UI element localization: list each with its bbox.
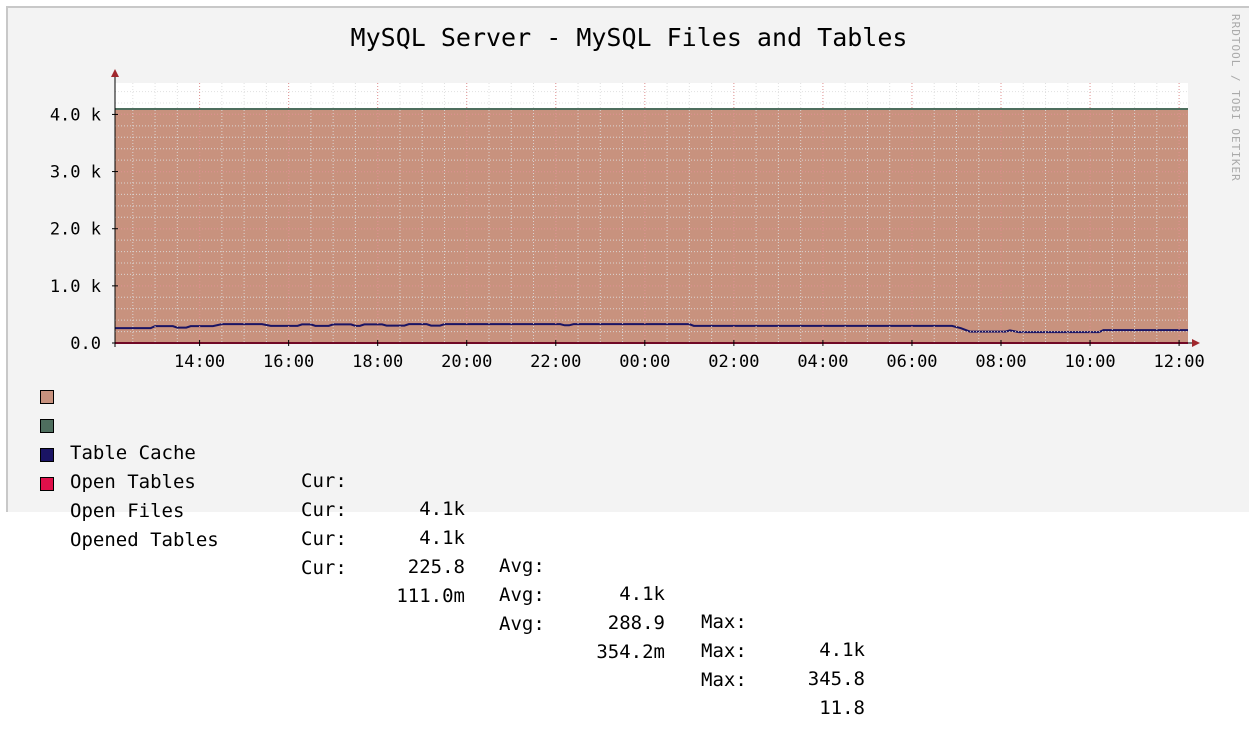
- legend-cur-value: 4.1k: [350, 524, 465, 552]
- legend-row-open-files: Open Files Cur: 225.8 Avg: 288.9 Max: 34…: [40, 441, 1040, 469]
- legend-swatch: [40, 448, 54, 462]
- legend-avg-label: Avg:: [499, 581, 545, 609]
- legend-row-opened-tables: Opened Tables Cur: 111.0m Avg: 354.2m Ma…: [40, 470, 1040, 498]
- series-area-table-cache: [115, 109, 1188, 343]
- legend-max-label: Max:: [701, 666, 747, 694]
- legend-series-name: Opened Tables: [70, 526, 219, 554]
- x-tick-label: 22:00: [530, 352, 581, 372]
- legend-cur-value: 4.1k: [350, 495, 465, 523]
- legend-max-label: Max:: [701, 608, 747, 636]
- legend-cur-label: Cur:: [301, 496, 347, 524]
- x-tick-label: 04:00: [797, 352, 848, 372]
- chart-title: MySQL Server - MySQL Files and Tables: [351, 23, 908, 52]
- legend-max-value: 345.8: [750, 665, 865, 693]
- legend-cur-label: Cur:: [301, 525, 347, 553]
- legend-avg-value: 288.9: [550, 609, 665, 637]
- legend-swatch: [40, 390, 54, 404]
- x-tick-label: 06:00: [886, 352, 937, 372]
- legend-cur-value: 111.0m: [350, 582, 465, 610]
- legend-max-label: Max:: [701, 637, 747, 665]
- x-tick-label: 12:00: [1154, 352, 1205, 372]
- x-tick-label: 20:00: [441, 352, 492, 372]
- x-tick-label: 16:00: [263, 352, 314, 372]
- y-tick-label: 4.0 k: [50, 105, 101, 125]
- legend-max-value: 4.1k: [750, 636, 865, 664]
- y-tick-label: 3.0 k: [50, 163, 101, 183]
- legend-avg-label: Avg:: [499, 610, 545, 638]
- series-layer: [115, 109, 1188, 343]
- y-axis-arrow: [111, 69, 119, 77]
- legend-row-table-cache: Table Cache Cur: 4.1k: [40, 383, 1040, 411]
- legend-row-open-tables: Open Tables Cur: 4.1k Avg: 4.1k Max: 4.1…: [40, 412, 1040, 440]
- x-axis-arrow: [1192, 339, 1200, 347]
- graph-frame: MySQL Server - MySQL Files and Tables RR…: [0, 0, 1249, 512]
- legend-swatch: [40, 419, 54, 433]
- x-tick-label: 10:00: [1064, 352, 1115, 372]
- legend-avg-label: Avg:: [499, 552, 545, 580]
- legend-cur-value: 225.8: [350, 553, 465, 581]
- x-tick-label: 02:00: [708, 352, 759, 372]
- y-tick-label: 2.0 k: [50, 220, 101, 240]
- y-tick-label: 0.0: [70, 334, 101, 354]
- legend-max-value: 11.8: [750, 694, 865, 722]
- x-tick-label: 18:00: [352, 352, 403, 372]
- legend-avg-value: 354.2m: [550, 638, 665, 666]
- x-tick-label: 14:00: [174, 352, 225, 372]
- legend-cur-label: Cur:: [301, 554, 347, 582]
- legend-swatch: [40, 477, 54, 491]
- x-tick-label: 08:00: [975, 352, 1026, 372]
- rrdtool-watermark: RRDTOOL / TOBI OETIKER: [1229, 14, 1242, 182]
- legend-avg-value: 4.1k: [550, 580, 665, 608]
- y-tick-label: 1.0 k: [50, 277, 101, 297]
- x-tick-label: 00:00: [619, 352, 670, 372]
